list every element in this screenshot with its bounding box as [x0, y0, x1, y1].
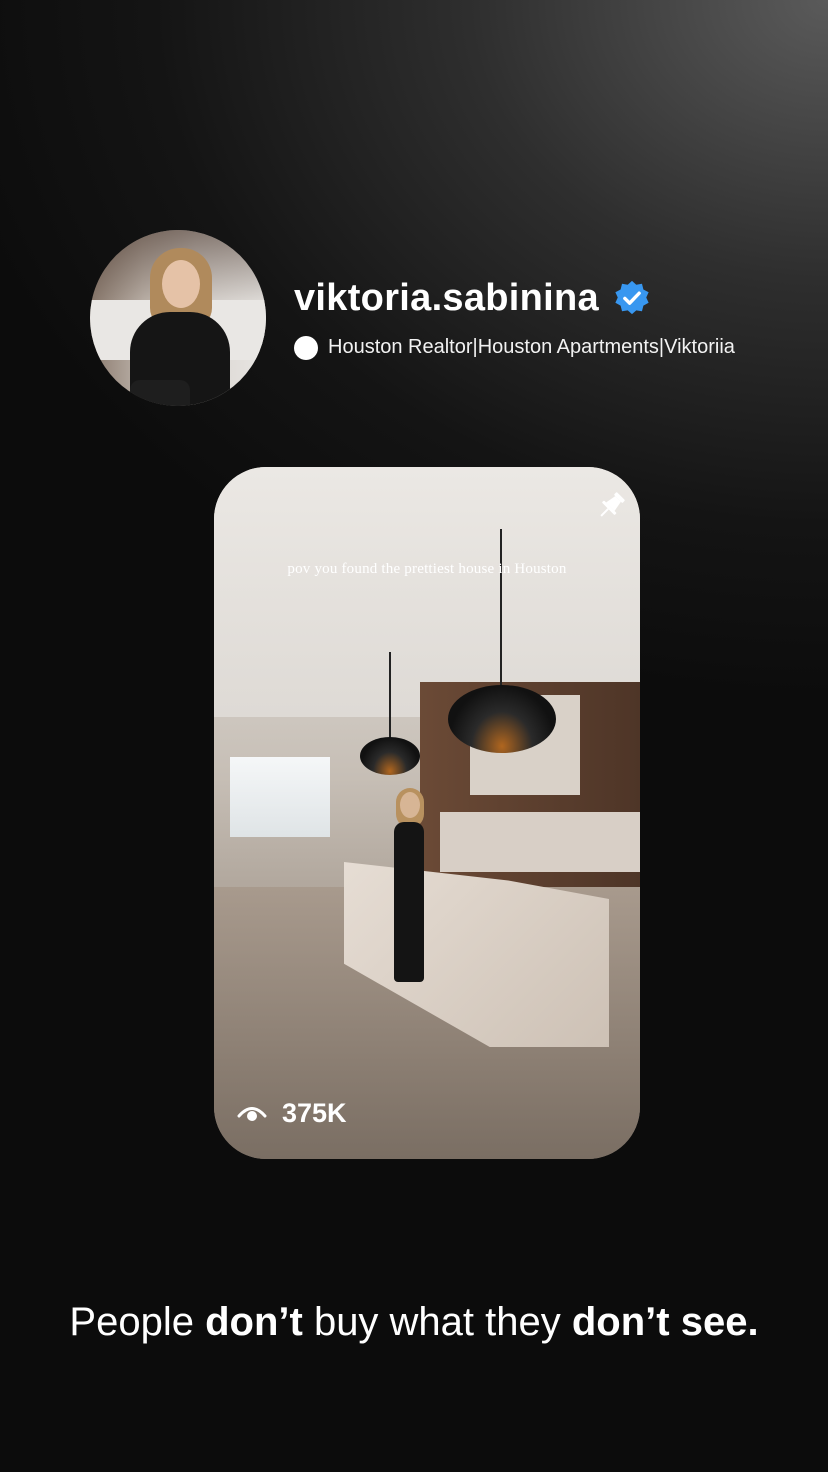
bio-text: Houston Realtor|Houston Apartments|Vikto… [328, 336, 735, 358]
profile-header: viktoria.sabinina Houston Realtor|Housto… [90, 230, 735, 406]
scene-ceiling [214, 467, 640, 717]
tagline: People don’t buy what they don’t see. [0, 1300, 828, 1345]
bio-row: Houston Realtor|Houston Apartments|Vikto… [294, 335, 735, 360]
video-caption: pov you found the prettiest house in Hou… [287, 561, 567, 577]
verified-badge-icon [615, 280, 649, 315]
pin-icon [600, 492, 625, 517]
tagline-bold: don’t see. [571, 1300, 759, 1344]
scene-window [230, 757, 330, 837]
bio-dot-icon [294, 335, 318, 360]
tagline-part: People [69, 1300, 206, 1344]
username[interactable]: viktoria.sabinina [294, 277, 599, 320]
pendant-lamp [360, 737, 420, 775]
video-post-card[interactable]: pov you found the prettiest house in Hou… [214, 467, 640, 1159]
pendant-lamp [448, 685, 556, 753]
view-count-label: 375K [282, 1097, 347, 1128]
avatar-face [162, 260, 200, 308]
pendant-cord [389, 652, 391, 740]
avatar-legs [130, 380, 190, 406]
profile-info: viktoria.sabinina Houston Realtor|Housto… [294, 277, 735, 360]
scene-backsplash [440, 812, 640, 872]
eye-icon [237, 1107, 267, 1121]
tagline-part: buy what they [302, 1300, 572, 1344]
person-body [394, 822, 424, 982]
scene-person [386, 788, 432, 992]
username-row: viktoria.sabinina [294, 277, 735, 320]
person-head [400, 792, 420, 818]
tagline-bold: don’t [205, 1300, 303, 1344]
view-count: 375K [236, 1097, 347, 1129]
avatar[interactable] [90, 230, 266, 406]
pendant-cord [500, 529, 502, 687]
